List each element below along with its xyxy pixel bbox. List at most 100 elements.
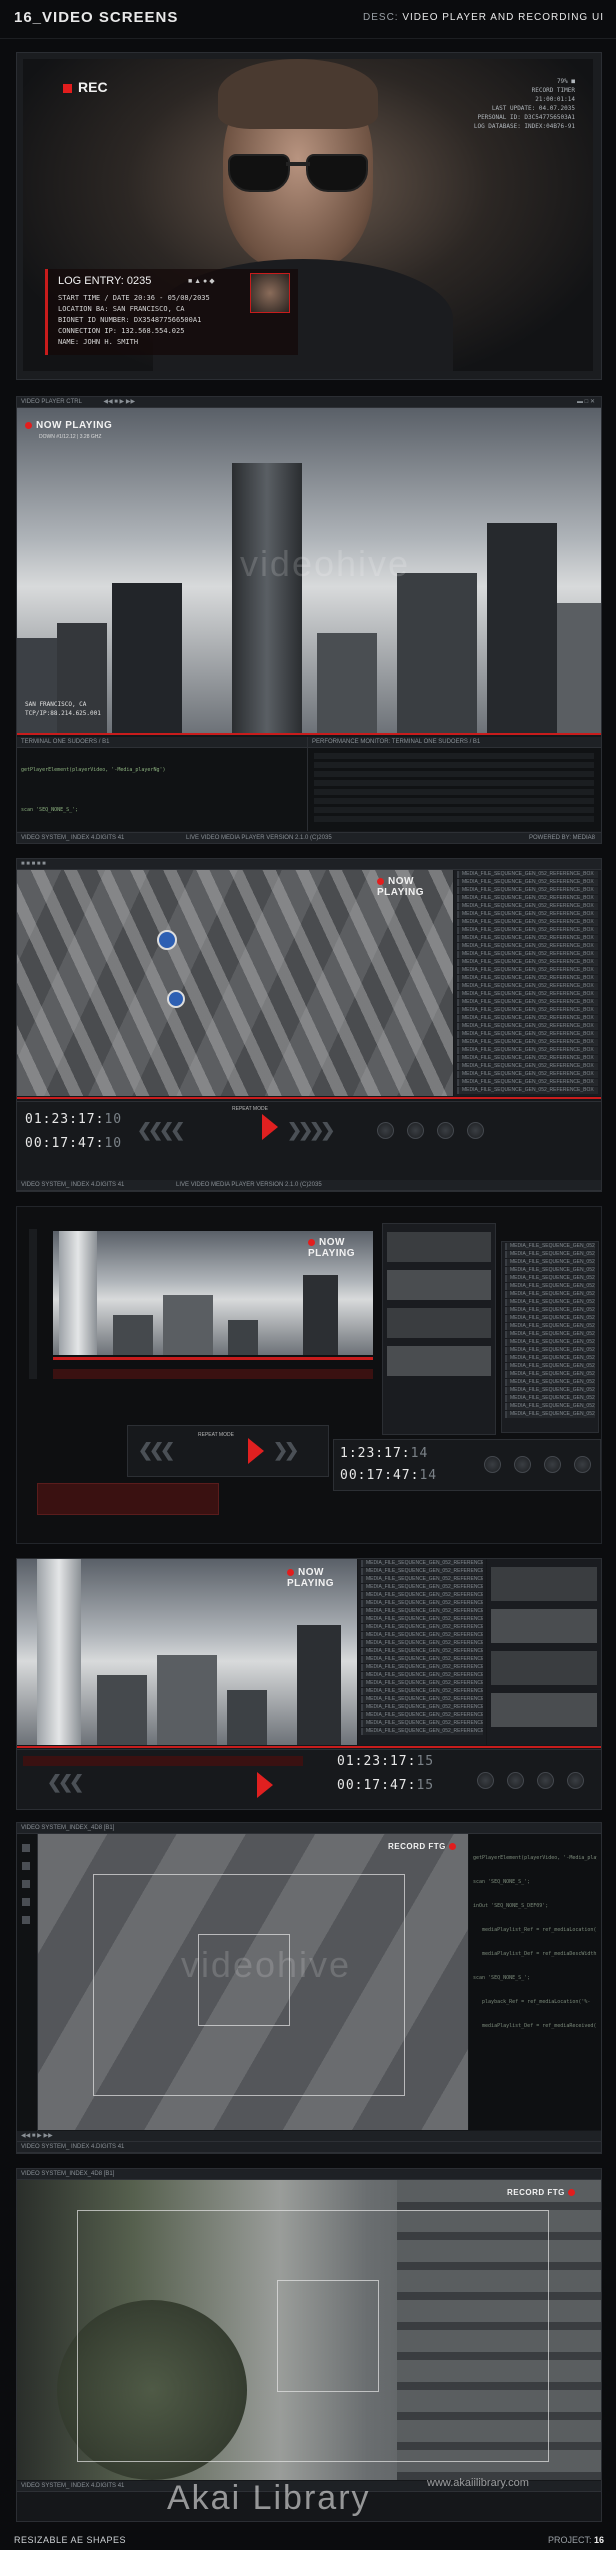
list-item[interactable]: MEDIA_FILE_SEQUENCE_GEN_052_REFERENCE_BO… [361, 1632, 483, 1639]
player3-video[interactable]: NOW PLAYING [53, 1231, 373, 1355]
repeat-mode-label[interactable]: REPEAT MODE [232, 1106, 268, 1112]
list-item[interactable]: MEDIA_FILE_SEQUENCE_GEN_052_REFERENCE_BO… [361, 1568, 483, 1575]
list-item[interactable]: MEDIA_FILE_SEQUENCE_GEN_052_REFERENCE_BO… [505, 1331, 595, 1338]
thumb-item[interactable] [387, 1308, 491, 1338]
list-item[interactable]: MEDIA_FILE_SEQUENCE_GEN_052_REFERENCE_BO… [361, 1688, 483, 1695]
player4-progress-bar[interactable] [17, 1746, 601, 1748]
rewind-chevrons-icon[interactable]: ❮❮❮ [138, 1440, 175, 1461]
speed-knob[interactable] [544, 1456, 561, 1473]
tool-icon[interactable] [22, 1880, 30, 1888]
list-item[interactable]: MEDIA_FILE_SEQUENCE_GEN_052_REFERENCE_BO… [457, 887, 598, 894]
list-item[interactable]: MEDIA_FILE_SEQUENCE_GEN_052_REFERENCE_BO… [505, 1267, 595, 1274]
list-item[interactable]: MEDIA_FILE_SEQUENCE_GEN_052_REFERENCE_BO… [457, 919, 598, 926]
list-item[interactable]: MEDIA_FILE_SEQUENCE_GEN_052_REFERENCE_BO… [361, 1648, 483, 1655]
speed-knob[interactable] [537, 1772, 554, 1789]
gain-knob[interactable] [567, 1772, 584, 1789]
list-item[interactable]: MEDIA_FILE_SEQUENCE_GEN_052_REFERENCE_BO… [457, 1063, 598, 1070]
list-item[interactable]: MEDIA_FILE_SEQUENCE_GEN_052_REFERENCE_BO… [457, 1055, 598, 1062]
list-item[interactable]: MEDIA_FILE_SEQUENCE_GEN_052_REFERENCE_BO… [361, 1640, 483, 1647]
tool-icon[interactable] [22, 1898, 30, 1906]
repeat-mode-label[interactable]: REPEAT MODE [198, 1432, 234, 1438]
list-item[interactable]: MEDIA_FILE_SEQUENCE_GEN_052_REFERENCE_BO… [361, 1616, 483, 1623]
player4-video[interactable]: NOW PLAYING [17, 1559, 357, 1745]
list-item[interactable]: MEDIA_FILE_SEQUENCE_GEN_052_REFERENCE_BO… [457, 1039, 598, 1046]
list-item[interactable]: MEDIA_FILE_SEQUENCE_GEN_052_REFERENCE_BO… [361, 1600, 483, 1607]
list-item[interactable]: MEDIA_FILE_SEQUENCE_GEN_052_REFERENCE_BO… [505, 1395, 595, 1402]
gain-knob[interactable] [467, 1122, 484, 1139]
list-item[interactable]: MEDIA_FILE_SEQUENCE_GEN_052_REFERENCE_BO… [361, 1576, 483, 1583]
list-item[interactable]: MEDIA_FILE_SEQUENCE_GEN_052_REFERENCE_BO… [361, 1608, 483, 1615]
list-item[interactable]: MEDIA_FILE_SEQUENCE_GEN_052_REFERENCE_BO… [361, 1712, 483, 1719]
list-item[interactable]: MEDIA_FILE_SEQUENCE_GEN_052_REFERENCE_BO… [457, 999, 598, 1006]
list-item[interactable]: MEDIA_FILE_SEQUENCE_GEN_052_REFERENCE_BO… [361, 1656, 483, 1663]
volume-knob[interactable] [477, 1772, 494, 1789]
player2-video[interactable]: NOW PLAYING [17, 870, 453, 1096]
list-item[interactable]: MEDIA_FILE_SEQUENCE_GEN_052_REFERENCE_BO… [505, 1291, 595, 1298]
list-item[interactable]: MEDIA_FILE_SEQUENCE_GEN_052_REFERENCE_BO… [457, 1079, 598, 1086]
list-item[interactable]: MEDIA_FILE_SEQUENCE_GEN_052_REFERENCE_BO… [505, 1299, 595, 1306]
list-item[interactable]: MEDIA_FILE_SEQUENCE_GEN_052_REFERENCE_BO… [457, 911, 598, 918]
list-item[interactable]: MEDIA_FILE_SEQUENCE_GEN_052_REFERENCE_BO… [457, 975, 598, 982]
list-item[interactable]: MEDIA_FILE_SEQUENCE_GEN_052_REFERENCE_BO… [457, 1031, 598, 1038]
forward-chevrons-icon[interactable]: ❯❯ [273, 1440, 299, 1461]
rec2-transport[interactable]: ◀◀ ■ ▶ ▶▶ [17, 2131, 601, 2142]
thumb-item[interactable] [491, 1693, 597, 1727]
terminal-tab[interactable]: TERMINAL ONE SUDOERS / B1 [17, 737, 307, 748]
list-item[interactable]: MEDIA_FILE_SEQUENCE_GEN_052_REFERENCE_BO… [505, 1275, 595, 1282]
list-item[interactable]: MEDIA_FILE_SEQUENCE_GEN_052_REFERENCE_BO… [457, 1007, 598, 1014]
list-item[interactable]: MEDIA_FILE_SEQUENCE_GEN_052_REFERENCE_BO… [361, 1592, 483, 1599]
list-item[interactable]: MEDIA_FILE_SEQUENCE_GEN_052_REFERENCE_BO… [457, 935, 598, 942]
list-item[interactable]: MEDIA_FILE_SEQUENCE_GEN_052_REFERENCE_BO… [505, 1251, 595, 1258]
thumb-item[interactable] [491, 1609, 597, 1643]
list-item[interactable]: MEDIA_FILE_SEQUENCE_GEN_052_REFERENCE_BO… [457, 1023, 598, 1030]
play-button[interactable] [262, 1114, 278, 1140]
list-item[interactable]: MEDIA_FILE_SEQUENCE_GEN_052_REFERENCE_BO… [457, 983, 598, 990]
list-item[interactable]: MEDIA_FILE_SEQUENCE_GEN_052_REFERENCE_BO… [457, 991, 598, 998]
list-item[interactable]: MEDIA_FILE_SEQUENCE_GEN_052_REFERENCE_BO… [505, 1307, 595, 1314]
list-item[interactable]: MEDIA_FILE_SEQUENCE_GEN_052_REFERENCE_BO… [505, 1411, 595, 1418]
list-item[interactable]: MEDIA_FILE_SEQUENCE_GEN_052_REFERENCE_BO… [361, 1720, 483, 1727]
list-item[interactable]: MEDIA_FILE_SEQUENCE_GEN_052_REFERENCE_BO… [457, 879, 598, 886]
thumb-item[interactable] [491, 1651, 597, 1685]
player1-controls-icon[interactable]: ◀◀ ■ ▶ ▶▶ [103, 399, 135, 405]
list-item[interactable]: MEDIA_FILE_SEQUENCE_GEN_052_REFERENCE_BO… [505, 1243, 595, 1250]
player3-progress-bar[interactable] [53, 1357, 373, 1360]
thumb-item[interactable] [387, 1346, 491, 1376]
list-item[interactable]: MEDIA_FILE_SEQUENCE_GEN_052_REFERENCE_BO… [505, 1347, 595, 1354]
list-item[interactable]: MEDIA_FILE_SEQUENCE_GEN_052_REFERENCE_BO… [361, 1584, 483, 1591]
list-item[interactable]: MEDIA_FILE_SEQUENCE_GEN_052_REFERENCE_BO… [361, 1560, 483, 1567]
list-item[interactable]: MEDIA_FILE_SEQUENCE_GEN_052_REFERENCE_BO… [457, 943, 598, 950]
rec3-video[interactable]: RECORD FTG [17, 2180, 601, 2480]
balance-knob[interactable] [507, 1772, 524, 1789]
thumb-item[interactable] [491, 1567, 597, 1601]
list-item[interactable]: MEDIA_FILE_SEQUENCE_GEN_052_REFERENCE_BO… [457, 871, 598, 878]
list-item[interactable]: MEDIA_FILE_SEQUENCE_GEN_052_REFERENCE_BO… [505, 1379, 595, 1386]
list-item[interactable]: MEDIA_FILE_SEQUENCE_GEN_052_REFERENCE_BO… [505, 1363, 595, 1370]
list-item[interactable]: MEDIA_FILE_SEQUENCE_GEN_052_REFERENCE_BO… [505, 1283, 595, 1290]
list-item[interactable]: MEDIA_FILE_SEQUENCE_GEN_052_REFERENCE_BO… [361, 1664, 483, 1671]
player1-video[interactable]: NOW PLAYING DOWN #1/12.12 | 3.28 GHZ SAN… [17, 408, 601, 733]
speed-knob[interactable] [437, 1122, 454, 1139]
list-item[interactable]: MEDIA_FILE_SEQUENCE_GEN_052_REFERENCE_BO… [505, 1371, 595, 1378]
list-item[interactable]: MEDIA_FILE_SEQUENCE_GEN_052_REFERENCE_BO… [457, 927, 598, 934]
play-button[interactable] [257, 1772, 273, 1798]
thumb-item[interactable] [387, 1270, 491, 1300]
rewind-chevrons-icon[interactable]: ❮❮❮❮ [137, 1120, 185, 1141]
list-item[interactable]: MEDIA_FILE_SEQUENCE_GEN_052_REFERENCE_BO… [457, 1087, 598, 1094]
list-item[interactable]: MEDIA_FILE_SEQUENCE_GEN_052_REFERENCE_BO… [457, 951, 598, 958]
list-item[interactable]: MEDIA_FILE_SEQUENCE_GEN_052_REFERENCE_BO… [457, 895, 598, 902]
player2-progress-bar[interactable] [17, 1097, 601, 1099]
list-item[interactable]: MEDIA_FILE_SEQUENCE_GEN_052_REFERENCE_BO… [361, 1704, 483, 1711]
list-item[interactable]: MEDIA_FILE_SEQUENCE_GEN_052_REFERENCE_BO… [361, 1696, 483, 1703]
list-item[interactable]: MEDIA_FILE_SEQUENCE_GEN_052_REFERENCE_BO… [457, 1071, 598, 1078]
list-item[interactable]: MEDIA_FILE_SEQUENCE_GEN_052_REFERENCE_BO… [505, 1259, 595, 1266]
list-item[interactable]: MEDIA_FILE_SEQUENCE_GEN_052_REFERENCE_BO… [457, 1015, 598, 1022]
tool-icon[interactable] [22, 1862, 30, 1870]
volume-knob[interactable] [377, 1122, 394, 1139]
rec2-video[interactable]: RECORD FTG videohive [38, 1834, 468, 2130]
list-item[interactable]: MEDIA_FILE_SEQUENCE_GEN_052_REFERENCE_BO… [505, 1323, 595, 1330]
list-item[interactable]: MEDIA_FILE_SEQUENCE_GEN_052_REFERENCE_BO… [457, 903, 598, 910]
gain-knob[interactable] [574, 1456, 591, 1473]
volume-knob[interactable] [484, 1456, 501, 1473]
list-item[interactable]: MEDIA_FILE_SEQUENCE_GEN_052_REFERENCE_BO… [457, 959, 598, 966]
